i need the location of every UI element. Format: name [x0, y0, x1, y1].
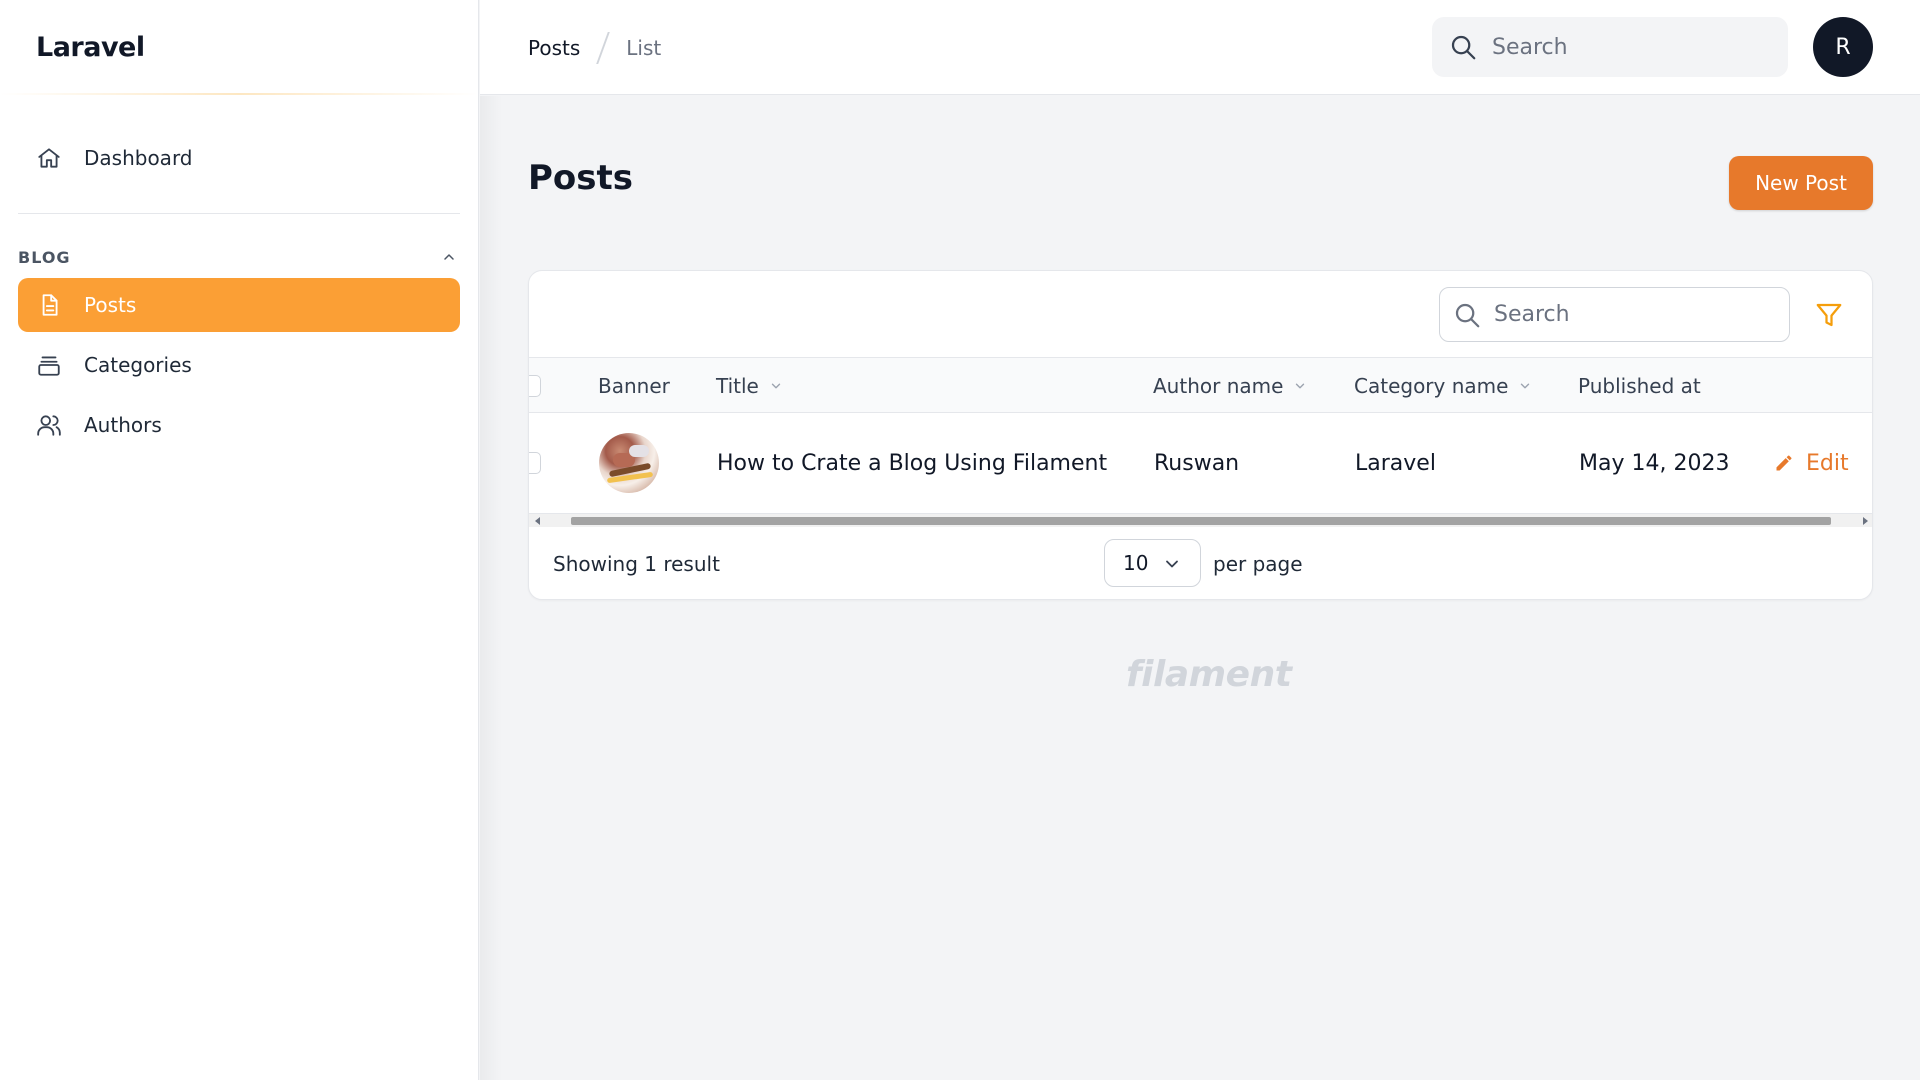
- table-footer: Showing 1 result 10 per page: [529, 527, 1872, 599]
- global-search[interactable]: [1432, 17, 1788, 77]
- column-header-label: Category name: [1354, 373, 1509, 398]
- column-header-label: Author name: [1153, 373, 1284, 398]
- banner-image: [599, 433, 659, 493]
- sort-chevron-icon: [1518, 379, 1532, 393]
- scrollbar-thumb[interactable]: [571, 517, 1831, 525]
- select-all-checkbox[interactable]: [529, 374, 541, 397]
- author-name: Ruswan: [1154, 450, 1240, 476]
- published-cell: May 14, 2023: [1579, 413, 1729, 513]
- category-cell: Laravel: [1355, 413, 1436, 513]
- column-header-label: Title: [716, 373, 759, 398]
- sidebar: Laravel Dashboard BLOG Posts Categories: [0, 0, 479, 1080]
- sidebar-item-label: Categories: [84, 353, 192, 377]
- table-toolbar: [529, 271, 1872, 358]
- page-title: Posts: [528, 158, 634, 198]
- filament-logo: filament: [1126, 654, 1292, 695]
- column-author-name[interactable]: Author name: [1153, 358, 1307, 413]
- users-icon: [36, 412, 62, 438]
- column-header-label: Published at: [1578, 373, 1701, 398]
- column-title[interactable]: Title: [716, 358, 783, 413]
- column-banner: Banner: [598, 358, 670, 413]
- posts-table-card: Banner Title Author name Category name P…: [528, 270, 1873, 600]
- sidebar-item-label: Authors: [84, 413, 162, 437]
- search-icon: [1452, 300, 1482, 330]
- sidebar-item-categories[interactable]: Categories: [18, 338, 460, 392]
- post-title: How to Crate a Blog Using Filament: [717, 450, 1108, 476]
- table-row[interactable]: How to Crate a Blog Using Filament Ruswa…: [529, 413, 1872, 513]
- sort-chevron-icon: [1293, 379, 1307, 393]
- breadcrumb: Posts List: [528, 0, 661, 95]
- category-name: Laravel: [1355, 450, 1436, 476]
- global-search-input[interactable]: [1492, 34, 1772, 60]
- sidebar-item-dashboard[interactable]: Dashboard: [18, 131, 460, 185]
- scroll-right-arrow[interactable]: [1863, 517, 1868, 525]
- horizontal-scrollbar[interactable]: [529, 513, 1872, 527]
- main-content: Posts New Post Banner Title: [480, 96, 1920, 1080]
- sidebar-item-authors[interactable]: Authors: [18, 398, 460, 452]
- brand-logo[interactable]: Laravel: [36, 32, 145, 63]
- archive-icon: [36, 352, 62, 378]
- per-page-value: 10: [1123, 551, 1149, 575]
- sidebar-group-blog[interactable]: BLOG: [18, 242, 460, 272]
- sidebar-blog-nav: Posts Categories Authors: [0, 278, 478, 452]
- edit-action[interactable]: Edit: [1774, 451, 1849, 476]
- column-published-at: Published at: [1578, 358, 1701, 413]
- table-header: Banner Title Author name Category name P…: [529, 358, 1872, 413]
- row-select-cell: [529, 413, 541, 513]
- document-icon: [36, 292, 62, 318]
- per-page-select[interactable]: 10: [1104, 539, 1201, 587]
- published-date: May 14, 2023: [1579, 450, 1730, 476]
- author-cell: Ruswan: [1154, 413, 1239, 513]
- new-post-button[interactable]: New Post: [1729, 156, 1873, 210]
- breadcrumb-posts[interactable]: Posts: [528, 36, 580, 60]
- banner-cell: [599, 413, 659, 513]
- sidebar-divider: [18, 213, 460, 214]
- pencil-icon: [1774, 453, 1794, 473]
- title-cell: How to Crate a Blog Using Filament: [717, 413, 1107, 513]
- sort-chevron-icon: [769, 379, 783, 393]
- sidebar-group-label: BLOG: [18, 247, 71, 267]
- sidebar-nav: Dashboard: [0, 131, 478, 185]
- chevron-down-icon: [1162, 554, 1182, 574]
- breadcrumb-separator: [596, 31, 611, 64]
- results-count: Showing 1 result: [553, 552, 720, 576]
- breadcrumb-list: List: [626, 35, 662, 60]
- row-checkbox[interactable]: [529, 452, 541, 474]
- brand-bar: Laravel: [0, 0, 478, 95]
- column-header-label: Banner: [598, 373, 670, 398]
- sidebar-item-posts[interactable]: Posts: [18, 278, 460, 332]
- table-search[interactable]: [1439, 287, 1790, 342]
- chevron-up-icon[interactable]: [438, 246, 460, 268]
- column-category-name[interactable]: Category name: [1354, 358, 1532, 413]
- sidebar-item-label: Posts: [84, 293, 137, 317]
- table-search-input[interactable]: [1494, 302, 1774, 327]
- per-page-label: per page: [1213, 552, 1303, 576]
- funnel-icon[interactable]: [1813, 299, 1845, 331]
- avatar[interactable]: R: [1813, 17, 1873, 77]
- home-icon: [36, 145, 62, 171]
- sidebar-item-label: Dashboard: [84, 146, 193, 170]
- select-all-cell: [529, 358, 541, 413]
- actions-cell: Edit: [1774, 413, 1849, 513]
- edit-label: Edit: [1806, 450, 1849, 476]
- search-icon: [1448, 32, 1478, 62]
- topbar: Posts List R: [480, 0, 1920, 95]
- scroll-left-arrow[interactable]: [535, 517, 540, 525]
